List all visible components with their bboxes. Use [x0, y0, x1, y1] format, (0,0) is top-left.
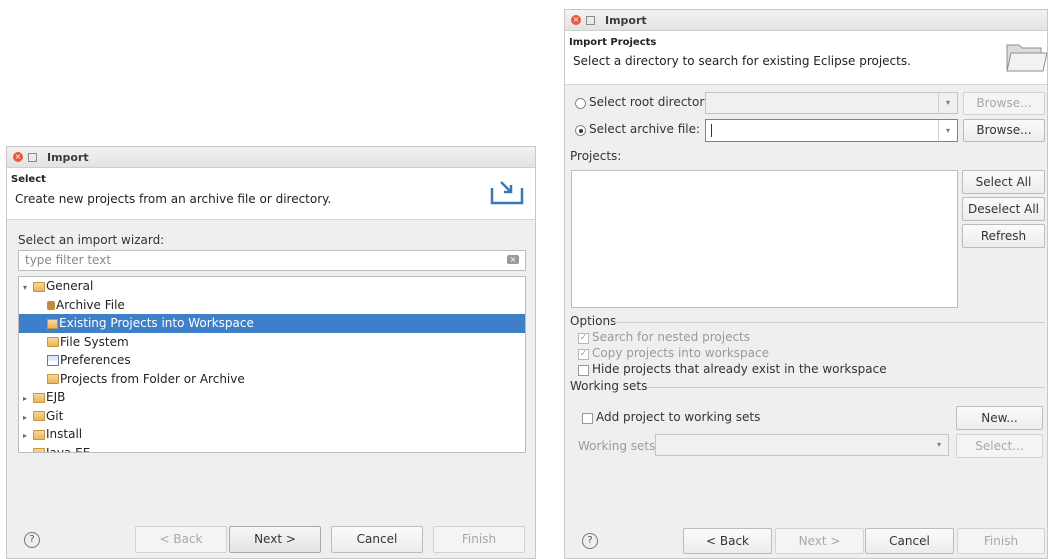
select-all-button[interactable]: Select All: [962, 170, 1045, 194]
nested-projects-checkbox[interactable]: ✓: [578, 333, 589, 344]
project-icon: [47, 318, 58, 329]
tree-item[interactable]: ▸ Java EE: [19, 444, 525, 453]
chevron-down-icon[interactable]: ▾: [938, 93, 957, 113]
folder-icon: [33, 392, 45, 403]
tree-item-label: Install: [46, 427, 83, 441]
tree-item-label: EJB: [46, 390, 66, 404]
title-bar: × Import: [7, 147, 535, 168]
preferences-icon: [47, 355, 59, 366]
import-wizard-select-dialog: × Import Select Create new projects from…: [6, 146, 536, 559]
tree-item-label: Projects from Folder or Archive: [60, 371, 245, 386]
tree-item-label: General: [46, 279, 94, 293]
chevron-down-icon[interactable]: ▾: [938, 120, 957, 141]
filter-placeholder: type filter text: [25, 253, 112, 267]
back-button[interactable]: < Back: [135, 526, 227, 553]
nested-projects-label: Search for nested projects: [592, 330, 751, 344]
add-to-working-sets-label: Add project to working sets: [596, 410, 761, 424]
root-directory-label: Select root directory:: [589, 95, 715, 109]
refresh-button[interactable]: Refresh: [962, 224, 1045, 248]
title-bar: × Import: [565, 10, 1047, 31]
clear-filter-icon[interactable]: ×: [507, 255, 519, 264]
wizard-tree: ▾ General Archive File Existing Projects in…: [18, 276, 526, 453]
browse-archive-button[interactable]: Browse...: [963, 119, 1045, 142]
text-cursor: [711, 124, 712, 137]
projects-list[interactable]: [571, 170, 958, 308]
folder-icon: [33, 281, 45, 292]
back-button[interactable]: < Back: [683, 528, 772, 554]
window-title: Import: [47, 150, 89, 164]
filter-input[interactable]: type filter text ×: [18, 250, 526, 271]
archive-icon: [47, 300, 55, 310]
folder-icon: [47, 374, 59, 384]
close-window-icon[interactable]: ×: [571, 15, 581, 25]
cancel-button[interactable]: Cancel: [865, 528, 954, 554]
folder-icon: [33, 411, 45, 421]
hide-existing-checkbox[interactable]: [578, 365, 589, 376]
wizard-header: Import Projects Select a directory to se…: [565, 31, 1047, 85]
folder-banner-icon: [1006, 44, 1047, 72]
options-group-label: Options: [570, 314, 617, 328]
wizard-header: Select Create new projects from an archi…: [7, 168, 535, 220]
finish-button[interactable]: Finish: [433, 526, 525, 553]
tree-item[interactable]: File System: [19, 333, 525, 352]
tree-item-label: File System: [60, 334, 129, 349]
header-title: Select: [11, 174, 46, 185]
tree-item[interactable]: ▸ EJB: [19, 388, 525, 407]
browse-root-button[interactable]: Browse...: [963, 92, 1045, 115]
help-icon[interactable]: ?: [24, 532, 40, 548]
root-directory-combo[interactable]: ▾: [705, 92, 958, 114]
root-directory-radio[interactable]: [575, 98, 586, 109]
tree-item-label: Java EE: [46, 445, 91, 453]
close-window-icon[interactable]: ×: [13, 152, 23, 162]
options-divider: [613, 322, 1045, 323]
maximize-window-icon[interactable]: [28, 152, 37, 162]
finish-button[interactable]: Finish: [957, 528, 1045, 554]
copy-projects-checkbox[interactable]: ✓: [578, 349, 589, 360]
working-sets-combo[interactable]: ▾: [655, 434, 949, 456]
hide-existing-label: Hide projects that already exist in the …: [592, 362, 887, 376]
tree-item[interactable]: Archive File: [19, 296, 525, 315]
tree-item[interactable]: ▸ Git: [19, 407, 525, 426]
working-sets-group-label: Working sets: [570, 379, 648, 393]
copy-projects-label: Copy projects into workspace: [592, 346, 770, 360]
window-title: Import: [605, 13, 647, 27]
tree-item[interactable]: ▾ General: [19, 277, 525, 296]
tree-item-label: Preferences: [60, 353, 131, 367]
tree-item-label: Existing Projects into Workspace: [59, 316, 254, 330]
header-description: Create new projects from an archive file…: [15, 192, 332, 206]
tree-item-label: Git: [46, 408, 64, 423]
wizard-list-label: Select an import wizard:: [18, 233, 165, 247]
tree-item[interactable]: Existing Projects into Workspace: [19, 314, 525, 333]
next-button[interactable]: Next >: [229, 526, 321, 553]
add-to-working-sets-checkbox[interactable]: [582, 413, 593, 424]
collapsed-arrow-icon[interactable]: ▸: [23, 446, 33, 453]
archive-file-label: Select archive file:: [589, 122, 701, 136]
working-sets-label: Working sets:: [578, 439, 660, 453]
archive-file-radio[interactable]: [575, 125, 586, 136]
new-working-set-button[interactable]: New...: [956, 406, 1043, 430]
folder-icon: [33, 448, 45, 452]
chevron-down-icon[interactable]: ▾: [930, 435, 948, 455]
folder-icon: [47, 337, 59, 347]
tree-item-label: Archive File: [56, 297, 125, 312]
maximize-window-icon[interactable]: [586, 15, 595, 25]
next-button[interactable]: Next >: [775, 528, 864, 554]
folder-icon: [33, 429, 45, 440]
import-projects-dialog: × Import Import Projects Select a direct…: [564, 9, 1048, 559]
tree-item[interactable]: Projects from Folder or Archive: [19, 370, 525, 389]
tree-item[interactable]: ▸ Install: [19, 425, 525, 444]
help-icon[interactable]: ?: [582, 533, 598, 549]
deselect-all-button[interactable]: Deselect All: [962, 197, 1045, 221]
working-sets-divider: [647, 387, 1045, 388]
select-working-sets-button[interactable]: Select...: [956, 434, 1043, 458]
cancel-button[interactable]: Cancel: [331, 526, 423, 553]
projects-label: Projects:: [570, 149, 622, 163]
archive-file-combo[interactable]: ▾: [705, 119, 958, 142]
header-title: Import Projects: [569, 37, 657, 48]
import-banner-icon: [490, 181, 524, 205]
header-description: Select a directory to search for existin…: [573, 54, 911, 68]
tree-item[interactable]: Preferences: [19, 351, 525, 370]
